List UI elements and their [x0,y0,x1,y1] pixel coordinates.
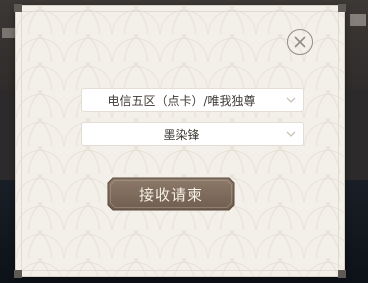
receive-invitation-button[interactable]: 接收请柬 [107,177,235,211]
corner-ornament [338,270,346,278]
character-select-value: 墨染锋 [163,127,200,142]
server-select[interactable]: 电信五区（点卡）/唯我独尊 [81,88,304,112]
chevron-down-icon [286,131,296,137]
corner-ornament [14,4,22,12]
character-select[interactable]: 墨染锋 [81,122,304,146]
close-icon [294,36,306,48]
background-fragment [350,14,366,26]
corner-ornament [338,4,346,12]
background-fragment [2,28,16,38]
corner-ornament [14,270,22,278]
receive-invitation-label: 接收请柬 [138,185,203,204]
chevron-down-icon [286,97,296,103]
server-select-value: 电信五区（点卡）/唯我独尊 [107,93,256,108]
invitation-dialog: 电信五区（点卡）/唯我独尊 墨染锋 接收请柬 [14,4,346,278]
close-button[interactable] [287,29,313,55]
